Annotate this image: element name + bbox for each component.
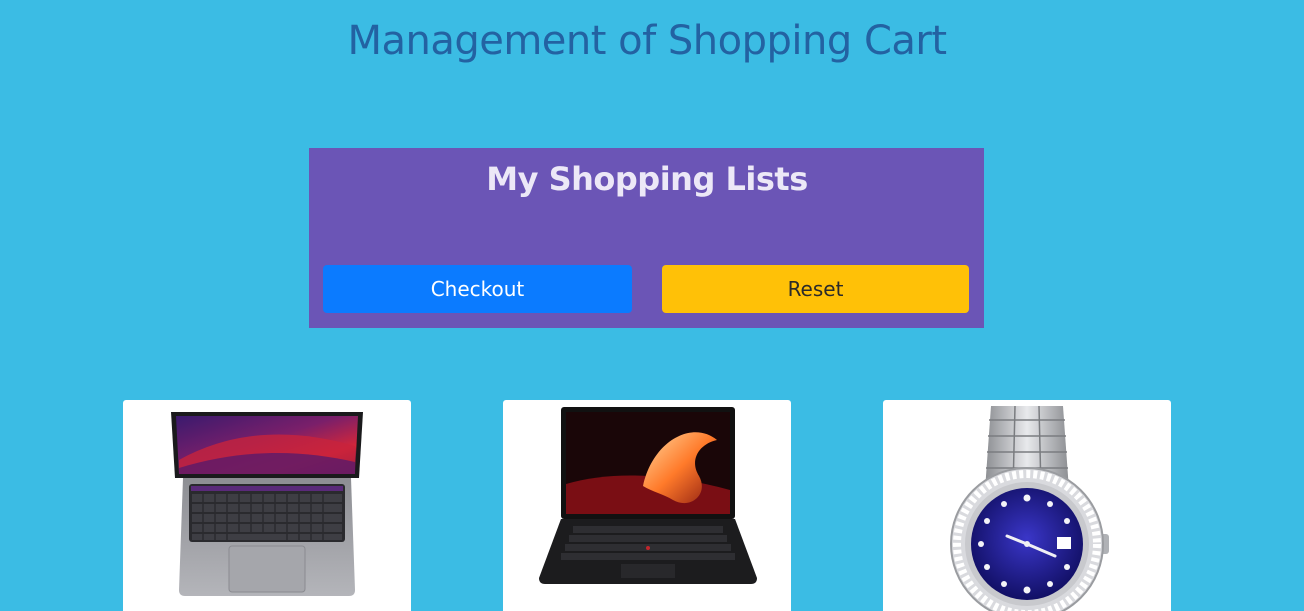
black-laptop-image: [539, 407, 757, 584]
reset-button[interactable]: Reset: [662, 265, 969, 313]
product-card-watch[interactable]: [883, 400, 1171, 611]
shopping-list-title: My Shopping Lists: [486, 160, 808, 198]
product-card-laptop[interactable]: [503, 400, 791, 611]
product-card-macbook[interactable]: [123, 400, 411, 611]
macbook-laptop-image: [171, 412, 363, 596]
checkout-button[interactable]: Checkout: [323, 265, 632, 313]
rolex-watch-image: [950, 405, 1109, 611]
page: Management of Shopping Cart My Shopping …: [0, 0, 1304, 611]
page-title: Management of Shopping Cart: [347, 18, 947, 64]
